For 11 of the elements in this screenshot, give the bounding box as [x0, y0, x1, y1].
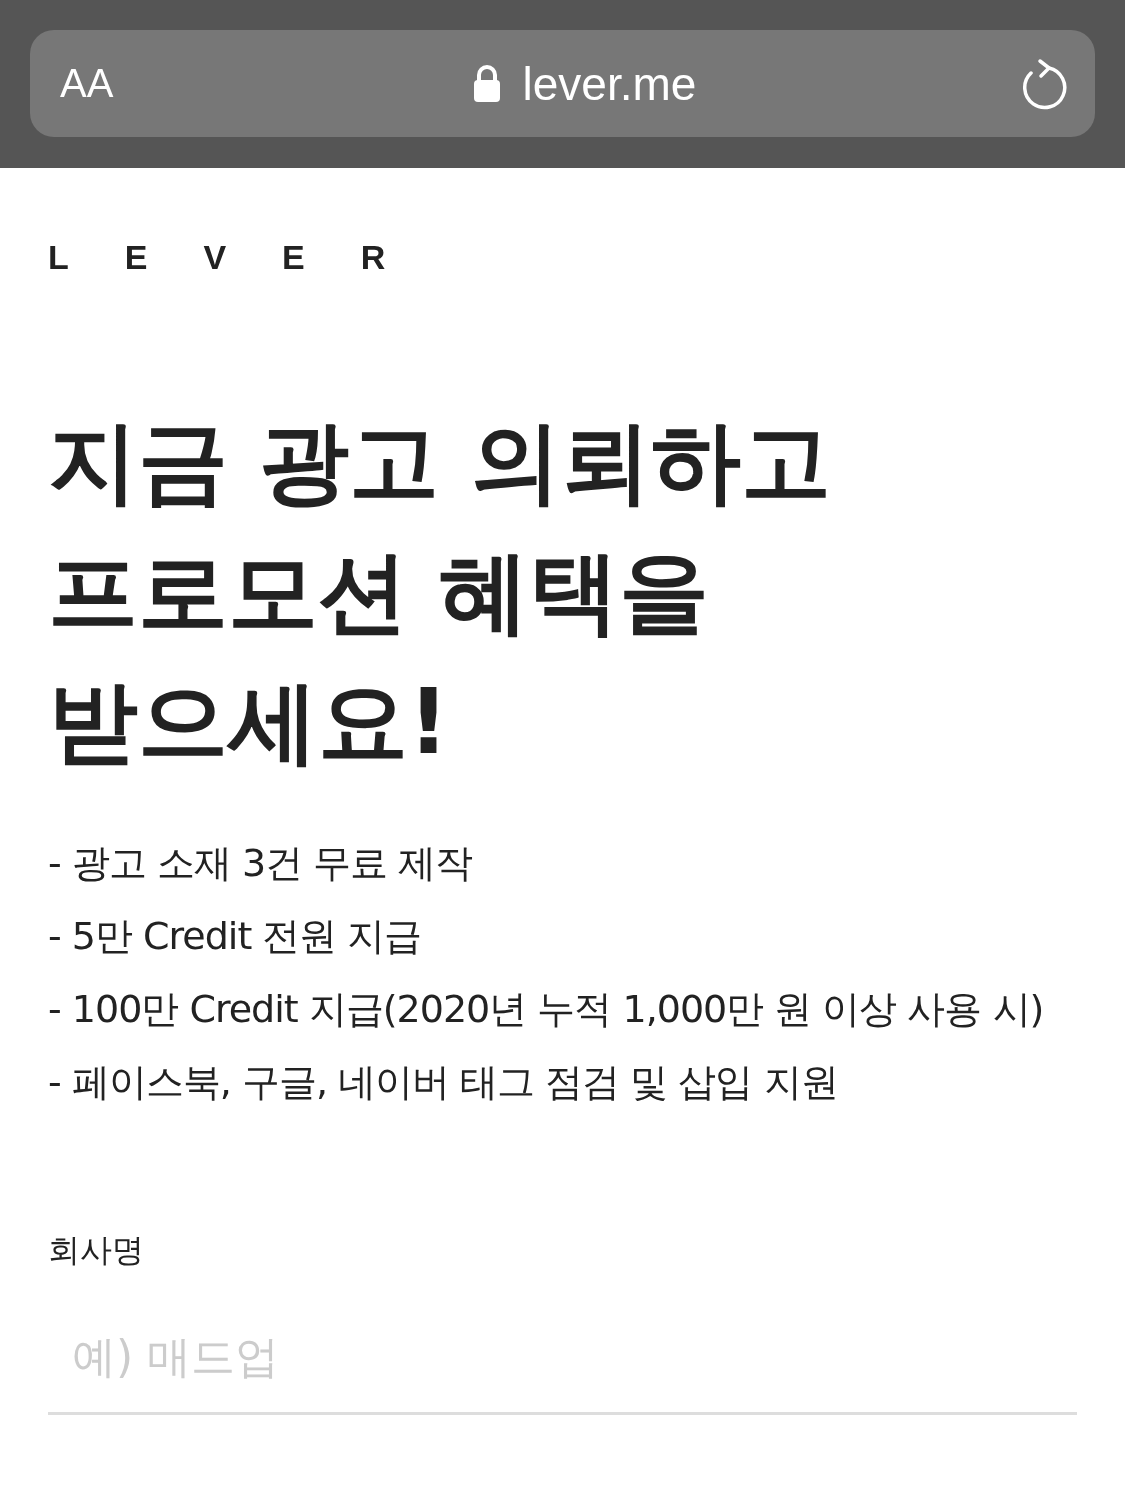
- logo: LEVER: [48, 238, 443, 277]
- lock-icon: [472, 64, 501, 103]
- address-bar[interactable]: AA lever.me: [30, 30, 1095, 137]
- benefit-text: - 5만 Credit 전원 지급: [48, 913, 423, 960]
- benefit-text: - 100만 Credit 지급(2020년 누적 1,000만 원 이상 사용 시): [48, 986, 1045, 1033]
- field-label: 회사명: [48, 1230, 145, 1271]
- benefit-text: - 페이스북, 구글, 네이버 태그 점검 및 삽입 지원: [48, 1059, 839, 1106]
- benefit-text: - 광고 소재 3건 무료 제작: [48, 840, 474, 887]
- url-text: lever.me: [522, 56, 697, 111]
- text-size-button[interactable]: AA: [60, 61, 150, 106]
- headline: 지금 광고 의뢰하고 프로모션 혜택을 받으세요!: [48, 408, 832, 776]
